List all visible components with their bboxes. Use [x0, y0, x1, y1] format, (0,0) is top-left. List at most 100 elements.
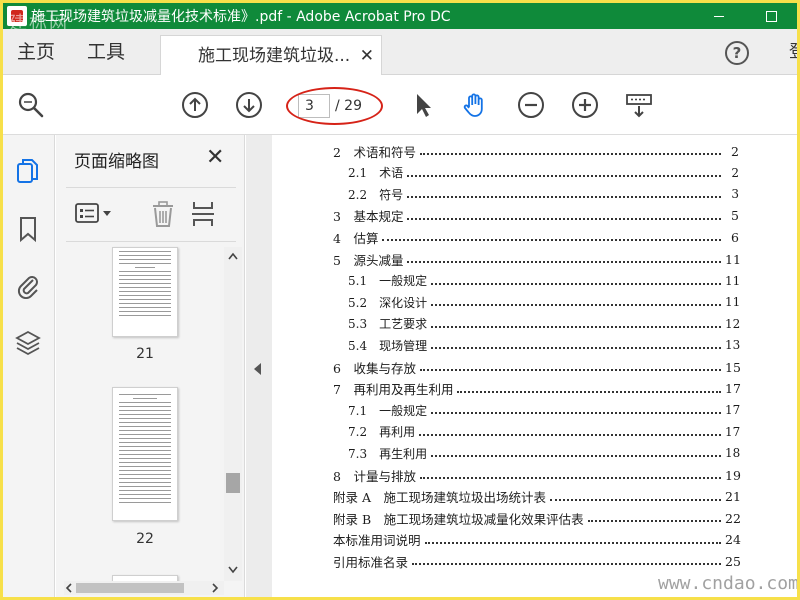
toc-entry-page: 13: [725, 338, 741, 353]
toc-entry-page: 12: [725, 316, 741, 331]
help-icon[interactable]: ?: [725, 41, 749, 65]
main-toolbar: 3 / 29: [3, 75, 797, 135]
toc-entry-label: 5.2 深化设计: [348, 295, 428, 310]
page-up-icon[interactable]: [181, 91, 209, 119]
thumbnail-page-21[interactable]: [112, 247, 178, 337]
toc-entry-label: 4 估算: [333, 230, 379, 246]
thumbnail-page-22[interactable]: [112, 387, 178, 521]
scroll-down-icon[interactable]: [227, 565, 239, 575]
toc-entry[interactable]: 2.2 符号 3: [348, 184, 739, 204]
toc-entry[interactable]: 7.1 一般规定 17: [348, 400, 740, 420]
thumbnail-label-22: 22: [136, 531, 154, 547]
toc-entry[interactable]: 4 估算 6: [333, 227, 739, 247]
toc-leader-dots: [407, 261, 721, 263]
document-tab-label: 施工现场建筑垃圾...: [198, 46, 351, 66]
page-down-icon[interactable]: [235, 91, 263, 119]
toc-leader-dots: [407, 196, 721, 199]
toc-entry-label: 8 计量与排放: [333, 468, 416, 484]
title-bar: 施工现场建筑垃圾减量化技术标准》.pdf - Adobe Acrobat Pro…: [3, 3, 797, 34]
navigation-rail: [3, 135, 55, 597]
toc-entry[interactable]: 引用标准名录 25: [333, 551, 741, 571]
toc-leader-dots: [431, 347, 721, 350]
insert-page-icon[interactable]: [190, 200, 216, 228]
toc-entry[interactable]: 附录 B 施工现场建筑垃圾减量化效果评估表 22: [333, 508, 741, 528]
toc-entry[interactable]: 附录 A 施工现场建筑垃圾出场统计表 21: [333, 487, 741, 507]
toc-entry-label: 引用标准名录: [333, 554, 409, 570]
bookmark-icon[interactable]: [15, 215, 41, 243]
toc-entry[interactable]: 5.1 一般规定 11: [348, 271, 741, 291]
thumbnail-horizontal-scrollbar[interactable]: [64, 581, 224, 595]
toc-entry-label: 6 收集与存放: [333, 360, 416, 376]
zoom-in-icon[interactable]: [571, 91, 599, 119]
toc-entry[interactable]: 2.1 术语 2: [348, 163, 739, 183]
toc-entry[interactable]: 8 计量与排放 19: [333, 465, 741, 485]
scroll-right-icon[interactable]: [210, 583, 220, 593]
toc-entry[interactable]: 5 源头减量 11: [333, 249, 741, 269]
tab-tools[interactable]: 工具: [87, 29, 125, 75]
toc-entry-page: 22: [725, 510, 741, 526]
select-arrow-icon[interactable]: [409, 91, 437, 119]
toc-entry[interactable]: 5.4 现场管理 13: [348, 335, 741, 355]
toc-entry[interactable]: 3 基本规定 5: [333, 206, 739, 226]
scroll-left-icon[interactable]: [64, 583, 74, 593]
sign-in-button[interactable]: 登: [789, 29, 797, 75]
document-page: 2 术语和符号 2 2.1 术语 2 2.2 符号 3 3 基本规定 5 4 估算 6 5 源头减量…: [273, 135, 797, 597]
toc-entry-page: 15: [725, 359, 741, 375]
toc-entry[interactable]: 2 术语和符号 2: [333, 141, 739, 161]
keyboard-scroll-icon[interactable]: [625, 91, 653, 119]
thumbnail-vertical-scrollbar[interactable]: [224, 247, 242, 581]
toc-leader-dots: [412, 563, 721, 566]
toc-leader-dots: [419, 369, 721, 371]
thumbnail-options-icon[interactable]: [74, 202, 114, 226]
toc-entry-page: 17: [725, 424, 741, 439]
toc-entry-label: 附录 B 施工现场建筑垃圾减量化效果评估表: [333, 511, 584, 527]
layers-icon[interactable]: [15, 329, 41, 357]
acrobat-window: 施工现场建筑垃圾减量化技术标准》.pdf - Adobe Acrobat Pro…: [3, 3, 797, 597]
maximize-icon: [765, 10, 777, 22]
attachment-icon[interactable]: [15, 271, 41, 299]
toc-entry-page: 11: [725, 251, 741, 267]
toc-entry-page: 3: [731, 187, 739, 202]
page-thumbnails-panel: 页面缩略图 ✕ 21 22: [56, 135, 245, 597]
toc-entry[interactable]: 7.2 再利用 17: [348, 422, 741, 442]
toc-entry-label: 7.2 再利用: [348, 425, 416, 440]
close-panel-icon[interactable]: ✕: [206, 145, 224, 170]
toc-entry-page: 11: [725, 273, 741, 288]
scrollbar-thumb[interactable]: [226, 473, 240, 493]
toc-entry[interactable]: 5.3 工艺要求 12: [348, 314, 741, 334]
maximize-button[interactable]: [751, 3, 791, 29]
minimize-button[interactable]: [699, 3, 739, 29]
delete-page-icon[interactable]: [150, 200, 176, 228]
tab-document[interactable]: 施工现场建筑垃圾... ✕: [160, 35, 382, 75]
hand-tool-icon[interactable]: [461, 91, 489, 119]
page-thumbnails-icon[interactable]: [15, 157, 41, 185]
toc-entry-page: 18: [725, 446, 741, 461]
zoom-search-icon[interactable]: [17, 91, 45, 119]
scroll-up-icon[interactable]: [227, 251, 239, 261]
horizontal-scrollbar-thumb[interactable]: [76, 583, 184, 593]
toc-entry[interactable]: 7 再利用及再生利用 17: [333, 379, 741, 399]
collapse-arrow-icon[interactable]: [254, 363, 261, 375]
toc-entry-label: 7.1 一般规定: [348, 403, 428, 418]
minimize-icon: [714, 15, 724, 17]
panel-title: 页面缩略图: [74, 152, 159, 172]
toc-entry-label: 3 基本规定: [333, 209, 404, 225]
close-tab-icon[interactable]: ✕: [360, 36, 374, 76]
toc-entry-page: 24: [725, 532, 741, 548]
toc-leader-dots: [407, 217, 721, 220]
toc-entry-page: 19: [725, 467, 741, 483]
collapse-panel-strip[interactable]: [246, 135, 272, 597]
toc-entry[interactable]: 5.2 深化设计 11: [348, 292, 740, 312]
toc-leader-dots: [419, 153, 721, 155]
toc-entry[interactable]: 7.3 再生利用 18: [348, 443, 741, 463]
toc-entry[interactable]: 6 收集与存放 15: [333, 357, 741, 377]
toc-leader-dots: [382, 239, 721, 242]
toc-leader-dots: [457, 390, 721, 393]
toc-leader-dots: [431, 455, 721, 458]
zoom-out-icon[interactable]: [517, 91, 545, 119]
toc-leader-dots: [424, 541, 721, 544]
toc-entry[interactable]: 本标准用词说明 24: [333, 530, 741, 550]
toc-entry-page: 17: [725, 381, 741, 397]
red-annotation-ellipse: [286, 87, 383, 125]
tab-home[interactable]: 主页: [17, 29, 55, 75]
